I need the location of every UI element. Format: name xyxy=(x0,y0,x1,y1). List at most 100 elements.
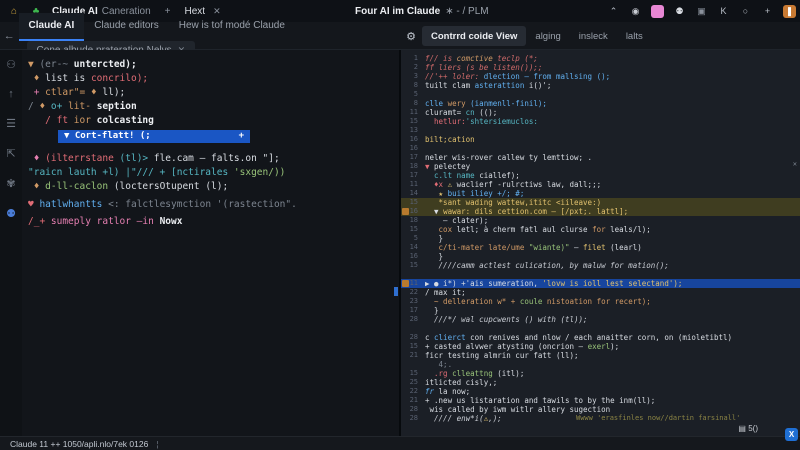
line-number: 5 xyxy=(401,90,425,99)
plus-icon[interactable]: + xyxy=(761,5,774,18)
upload-icon[interactable]: ↑ xyxy=(3,88,19,100)
code-token: tuilt clam xyxy=(425,81,475,90)
code-line: 1f// is comctive teclp (*; xyxy=(401,54,800,63)
back-arrow-icon[interactable]: ← xyxy=(0,30,19,42)
line-number: 15 xyxy=(401,261,425,270)
line-number: 8 xyxy=(401,99,425,108)
left-tab-strip: ← Claude AIClaude editorsHew is tof modé… xyxy=(0,22,400,50)
tab-claude-ai[interactable]: Claude AI xyxy=(19,13,85,41)
gutter-badge-icon[interactable] xyxy=(402,280,409,287)
code-token: clle xyxy=(425,99,448,108)
code-token: cox xyxy=(425,225,457,234)
code-token: ////camm actlest culication, by maluw fo… xyxy=(425,261,669,270)
tray-app-icon[interactable]: X xyxy=(785,428,798,441)
code-line: 11 ♦x ⚠ waclierf -rulrctiws law, dall;;; xyxy=(401,180,800,189)
line-number: 16 xyxy=(401,135,425,144)
circle-icon[interactable]: ○ xyxy=(739,5,752,18)
code-token: / xyxy=(28,101,39,112)
code-line: 15 ////camm actlest culication, by maluw… xyxy=(401,261,800,270)
code-token: 4;. xyxy=(425,360,452,369)
code-token: la now; xyxy=(439,387,471,396)
k-shortcut-icon[interactable]: K xyxy=(717,5,730,18)
code-token: c.lt name xyxy=(425,171,479,180)
code-line: /_+ sumeply ratlor –in Nowx xyxy=(22,215,399,229)
right-tab-strip: ⚙ Contrrd coide Viewalging insleck lalts xyxy=(400,22,800,50)
code-token: lit- xyxy=(68,101,97,112)
code-token: ♥ xyxy=(28,199,39,210)
tab-hew-is-tof-mod-claude[interactable]: Hew is tof modé Claude xyxy=(169,12,295,40)
panel-scroll-handle[interactable] xyxy=(394,287,398,296)
code-line: 16 } xyxy=(401,252,800,261)
line-number xyxy=(401,360,425,369)
tab-lalts[interactable]: lalts xyxy=(617,26,652,46)
code-token: + .new us listaration and tawils to by t… xyxy=(425,396,655,405)
code-token: //'++ loler: xyxy=(425,72,484,81)
code-token: ff liers (s be listen());; xyxy=(425,63,542,72)
code-token: ♦ xyxy=(28,153,45,164)
scrollbar-marker-icon[interactable]: ✕ xyxy=(793,160,797,168)
code-token: ♦ xyxy=(28,73,45,84)
panel-icon[interactable]: ▣ xyxy=(695,5,708,18)
code-token: clierct xyxy=(434,333,470,342)
pink-blob-icon[interactable] xyxy=(651,5,664,18)
line-number: 14 xyxy=(401,243,425,252)
orange-box-icon[interactable]: ❚ xyxy=(783,5,796,18)
list-icon[interactable]: ☰ xyxy=(3,117,19,130)
code-line: ♦ d-ll-caclon (loctersOtupent (l); xyxy=(22,180,399,194)
code-token: (tl)> xyxy=(120,153,154,164)
code-token: ♦ xyxy=(28,181,45,192)
code-token: *sant wading wattew,ititc <iileave:) xyxy=(425,198,601,207)
selected-symbol-bar[interactable]: ▼ Cort-flatt! (;+ xyxy=(58,130,250,143)
code-token: clleattng xyxy=(452,369,497,378)
code-token: /_+ xyxy=(28,216,51,227)
code-token: pelectey xyxy=(434,162,470,171)
code-line: 8tuilt clam asterattion i()'; xyxy=(401,81,800,90)
code-line: 18▼ pelectey xyxy=(401,162,800,171)
code-token: / ft xyxy=(28,115,74,126)
tab-alging[interactable]: alging xyxy=(526,26,569,46)
code-token: teclp (*; xyxy=(497,54,538,63)
code-token: c xyxy=(425,333,434,342)
chevron-up-icon[interactable]: ⌃ xyxy=(607,5,620,18)
line-number: 13 xyxy=(401,126,425,135)
record-icon[interactable]: ◉ xyxy=(629,5,642,18)
code-token: //// enw*i( xyxy=(425,414,484,423)
code-token: ♦ xyxy=(39,101,50,112)
code-line: 17 c.lt name ciallef); xyxy=(401,171,800,180)
line-number: 18 xyxy=(401,216,425,225)
code-line: 8clle wery (ianmenll-finil); xyxy=(401,99,800,108)
code-token: ♦ xyxy=(91,87,102,98)
status-image-icon: ▤ xyxy=(738,424,746,433)
titlebar-icons: ⌃ ◉ ⚉ ▣ K ○ + ❚ xyxy=(607,0,796,22)
code-line: ♥ hatlwhantts <: falctlesymction '(raste… xyxy=(22,198,399,212)
code-token: wery xyxy=(448,99,471,108)
line-number: 15 xyxy=(401,117,425,126)
assistant-icon[interactable]: ⚉ xyxy=(3,207,19,220)
line-number: 21 xyxy=(401,351,425,360)
line-number: 2 xyxy=(401,63,425,72)
line-number: 18 xyxy=(401,162,425,171)
account-icon[interactable]: ⚇ xyxy=(3,58,19,71)
code-token: asterattion xyxy=(475,81,529,90)
code-line: 17neler wis-rover callew ty lemttiow; . xyxy=(401,153,800,162)
code-token: ficr testing almrin cur fatt (ll); xyxy=(425,351,579,360)
expand-plus-icon[interactable]: + xyxy=(239,130,244,143)
tab-contrrd-coide-view[interactable]: Contrrd coide View xyxy=(422,26,526,46)
code-token: d-ll-caclon xyxy=(45,181,114,192)
left-code-panel[interactable]: ▼ (er-~ untercted); ♦ list is concrilo);… xyxy=(22,50,399,436)
gear-icon[interactable]: ⚙ xyxy=(400,30,422,43)
tab-claude-editors[interactable]: Claude editors xyxy=(84,12,168,40)
gutter-badge-icon[interactable] xyxy=(402,208,409,215)
person-icon[interactable]: ⚉ xyxy=(673,5,686,18)
tab-insleck[interactable]: insleck xyxy=(570,26,617,46)
code-token: ///*/ wal cupcwents () with (tl)); xyxy=(425,315,588,324)
right-code-panel[interactable]: 1f// is comctive teclp (*;2ff liers (s b… xyxy=(401,50,800,436)
tab-label: insleck xyxy=(579,31,608,42)
extensions-icon[interactable]: ✾ xyxy=(3,177,19,190)
code-line: + ctlar"= ♦ ll); xyxy=(22,86,399,100)
code-token: bilt;cation xyxy=(425,135,475,144)
code-line: 15 .rg clleattng (itl); xyxy=(401,369,800,378)
code-token: ▼ xyxy=(425,207,443,216)
export-icon[interactable]: ⇱ xyxy=(3,147,19,160)
code-token: f// is xyxy=(425,54,457,63)
